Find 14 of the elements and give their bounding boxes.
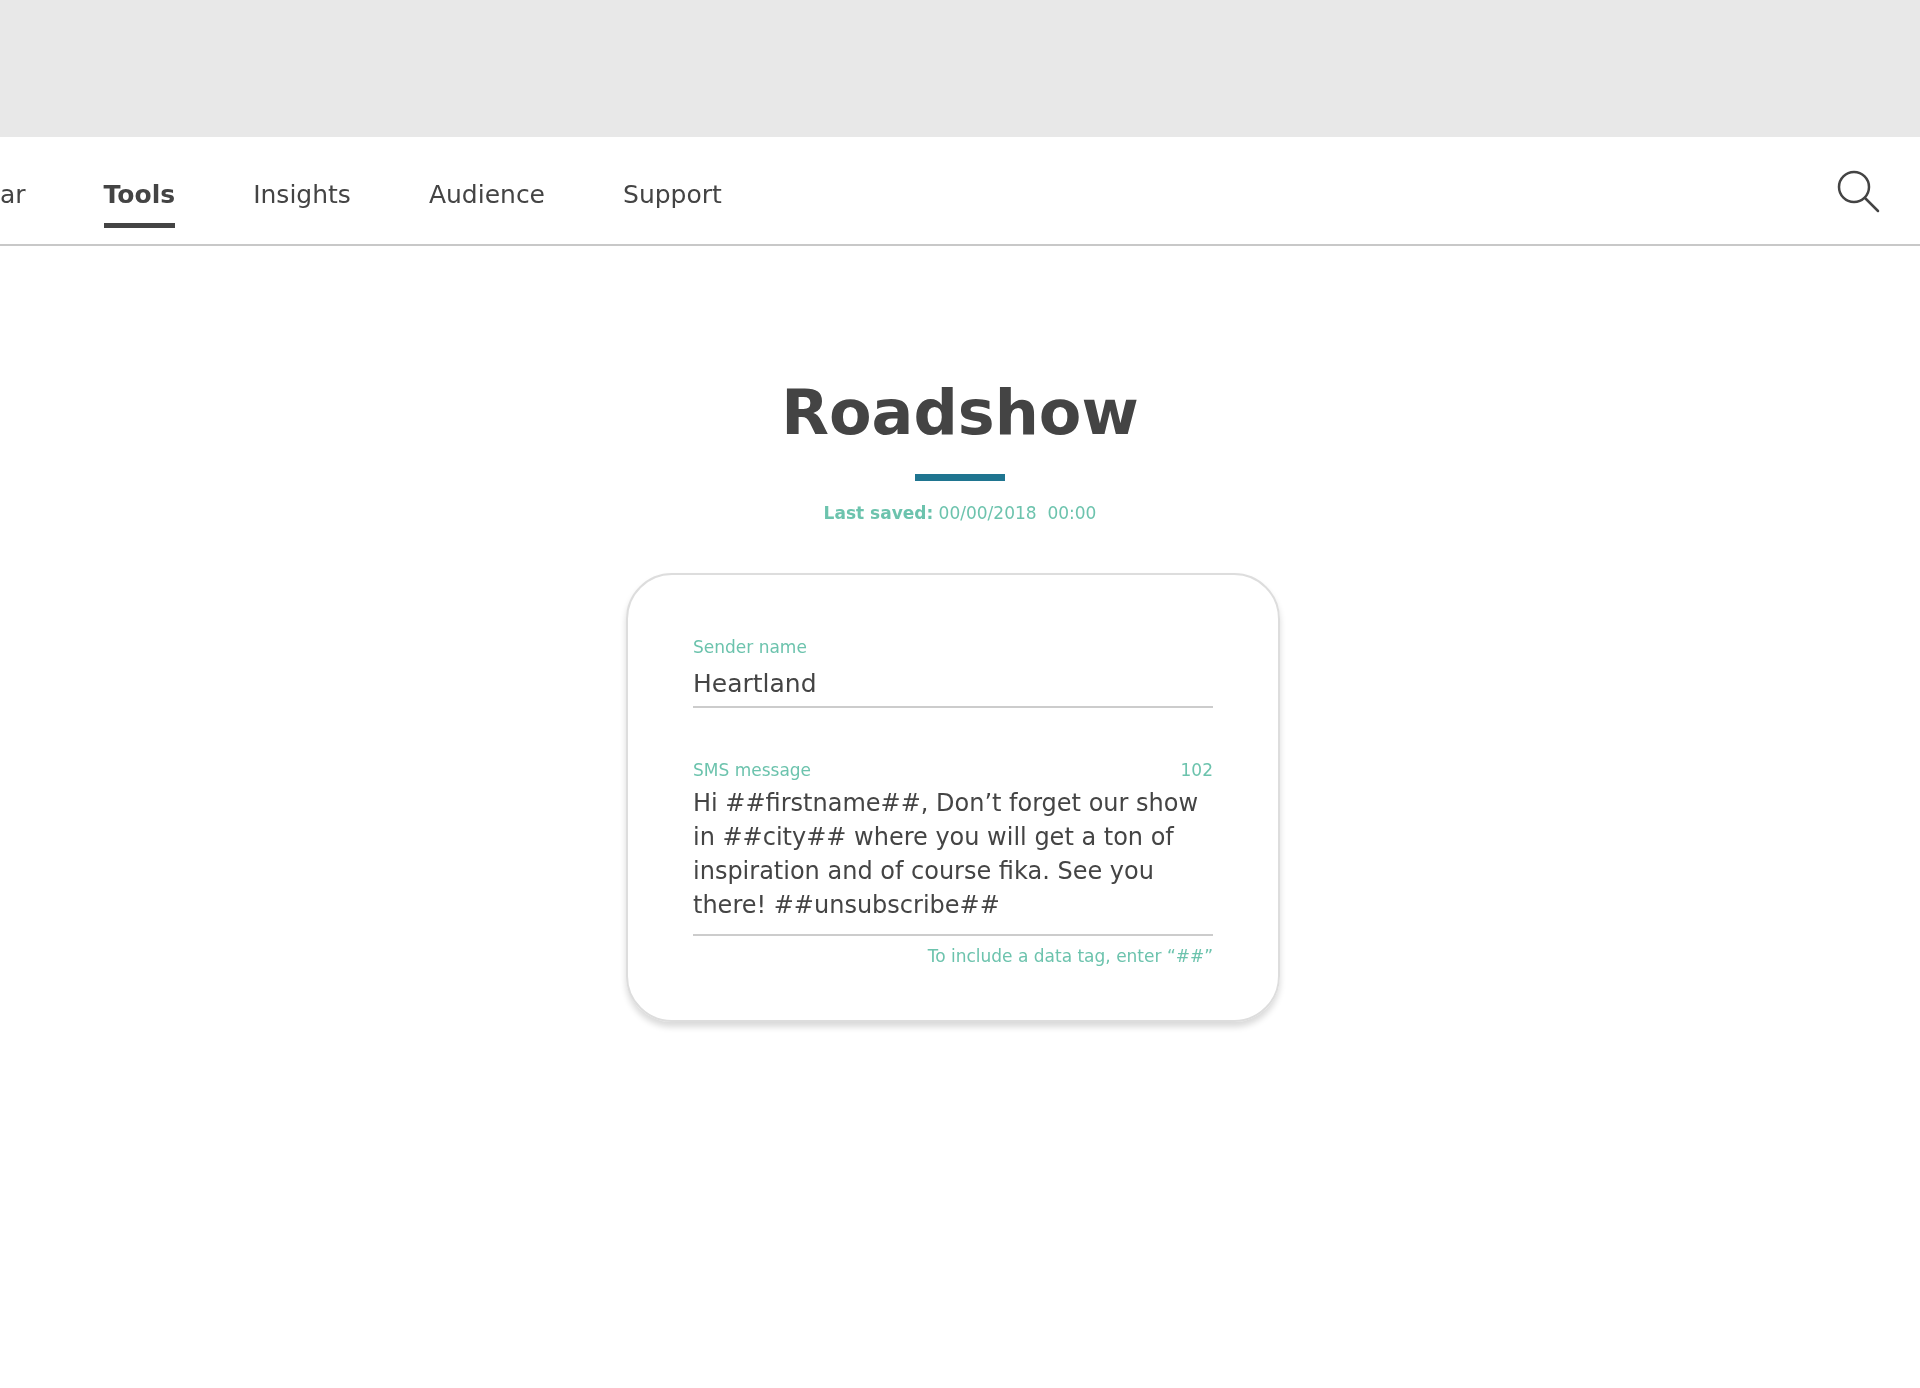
search-icon[interactable]	[1836, 168, 1880, 213]
last-saved-text: Last saved: 00/00/2018 00:00	[823, 503, 1097, 523]
field-label: SMS message	[693, 760, 812, 780]
sms-message-field[interactable]: Hi ##firstname##, Don’t forget our show in ##city## where you will get a ton of inspiration and of course fika. See you there! ##unsubscribe##	[693, 780, 1213, 936]
hint-text: To include a data tag, enter “##”	[926, 946, 1213, 966]
nav-tab[interactable]: Tools	[103, 161, 176, 228]
nav-tab[interactable]: Insights	[253, 161, 351, 228]
nav-tab[interactable]: Audience	[428, 161, 545, 228]
nav-tab[interactable]: ar	[0, 161, 26, 228]
character-count: 102	[1180, 760, 1213, 780]
page-title: Roadshow	[781, 382, 1139, 444]
field-label: Sender name	[693, 637, 808, 657]
sender-name-field[interactable]: Heartland	[693, 657, 1213, 708]
nav-tab[interactable]: Support	[623, 161, 722, 228]
